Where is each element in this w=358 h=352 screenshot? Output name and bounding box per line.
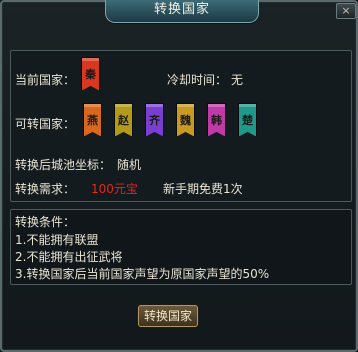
close-button[interactable]: × bbox=[336, 3, 356, 19]
dialog-title: 转换国家 bbox=[105, 0, 259, 23]
target-flag-han[interactable]: 韩 bbox=[207, 103, 226, 137]
target-flag-zhao[interactable]: 赵 bbox=[114, 103, 133, 137]
cost-label: 转换需求： bbox=[15, 182, 76, 196]
convert-country-dialog: 转换国家 × 当前国家： 秦 冷却时间： 无 可转国家： 燕 赵 齐 魏 韩 楚… bbox=[0, 0, 358, 352]
cost-value: 100元宝 bbox=[91, 182, 138, 196]
target-flag-qi[interactable]: 齐 bbox=[145, 103, 164, 137]
conditions-panel: 转换条件： 1.不能拥有联盟 2.不能拥有出征武将 3.转换国家后当前国家声望为… bbox=[10, 209, 352, 285]
conditions-title: 转换条件： bbox=[15, 215, 76, 229]
target-flag-wei[interactable]: 魏 bbox=[176, 103, 195, 137]
condition-item: 3.转换国家后当前国家声望为原国家声望的50% bbox=[15, 267, 270, 281]
cooldown-value: 无 bbox=[231, 73, 244, 87]
current-country-label: 当前国家： bbox=[15, 73, 76, 87]
condition-item: 2.不能拥有出征武将 bbox=[15, 250, 123, 264]
cooldown-label: 冷却时间： bbox=[167, 73, 228, 87]
current-country-flag-icon: 秦 bbox=[81, 57, 100, 91]
target-countries-label: 可转国家： bbox=[15, 117, 76, 131]
convert-country-button[interactable]: 转换国家 bbox=[138, 305, 198, 327]
target-flag-chu[interactable]: 楚 bbox=[238, 103, 257, 137]
condition-item: 1.不能拥有联盟 bbox=[15, 233, 99, 247]
newbie-free-note: 新手期免费1次 bbox=[163, 182, 243, 196]
city-coords-value: 随机 bbox=[117, 158, 142, 172]
target-flag-yan[interactable]: 燕 bbox=[83, 103, 102, 137]
city-coords-label: 转换后城池坐标： bbox=[15, 158, 112, 172]
info-panel: 当前国家： 秦 冷却时间： 无 可转国家： 燕 赵 齐 魏 韩 楚 转换后城池坐… bbox=[10, 50, 352, 202]
